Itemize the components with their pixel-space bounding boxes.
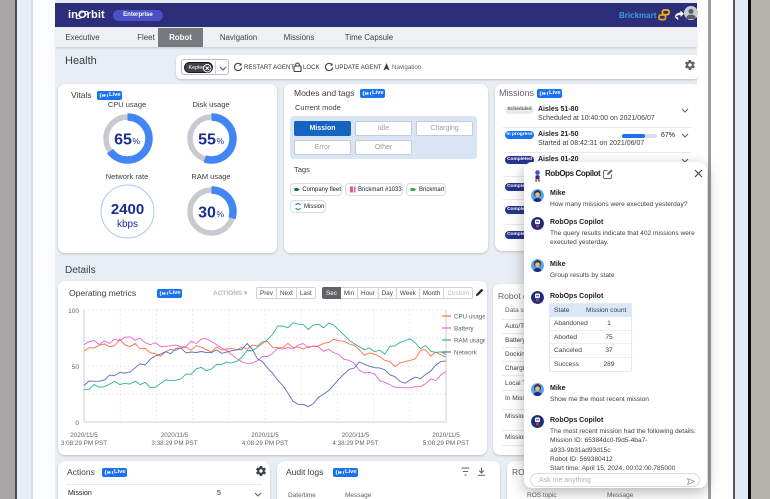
svg-text:Battery: Battery xyxy=(454,326,475,333)
svg-text:2020/11/5: 2020/11/5 xyxy=(251,432,279,439)
svg-text:kbps: kbps xyxy=(117,219,138,230)
svg-text:2020/11/5: 2020/11/5 xyxy=(70,432,98,439)
svg-text:3:08:29 PM PST: 3:08:29 PM PST xyxy=(61,440,107,447)
svg-text:CPU usage: CPU usage xyxy=(454,314,485,321)
svg-text:%: % xyxy=(217,209,225,219)
svg-text:0: 0 xyxy=(75,420,79,427)
svg-text:4:08:29 PM PST: 4:08:29 PM PST xyxy=(242,440,288,447)
svg-text:RAM usage: RAM usage xyxy=(454,338,485,345)
svg-text:Network: Network xyxy=(454,350,478,357)
svg-text:%: % xyxy=(133,136,141,146)
svg-text:50: 50 xyxy=(72,364,80,371)
svg-text:3:38:29 PM PST: 3:38:29 PM PST xyxy=(151,440,197,447)
svg-text:4:38:29 PM PST: 4:38:29 PM PST xyxy=(332,440,378,447)
svg-text:5:08:29 PM PST: 5:08:29 PM PST xyxy=(423,440,469,447)
svg-text:2020/11/5: 2020/11/5 xyxy=(342,432,370,439)
svg-text:%: % xyxy=(217,136,225,146)
svg-text:2400: 2400 xyxy=(111,201,144,218)
svg-text:100: 100 xyxy=(68,308,79,315)
svg-text:55: 55 xyxy=(198,132,216,149)
svg-text:30: 30 xyxy=(198,205,216,222)
svg-text:2020/11/5: 2020/11/5 xyxy=(161,432,189,439)
svg-text:65: 65 xyxy=(114,132,132,149)
svg-text:2020/11/5: 2020/11/5 xyxy=(432,432,460,439)
